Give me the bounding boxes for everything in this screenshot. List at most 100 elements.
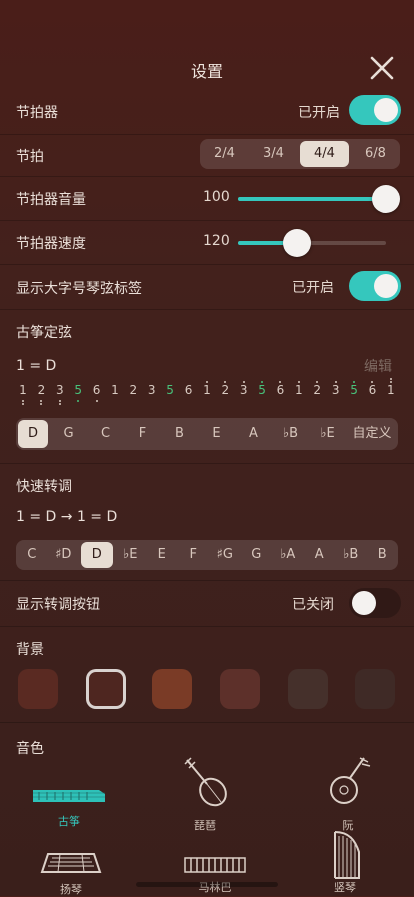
beat-option-4-4[interactable]: 4/4 <box>300 141 349 167</box>
tuning-note: 1 <box>111 383 119 397</box>
close-icon <box>370 56 394 80</box>
tuning-note: 6 <box>368 381 377 397</box>
background-section: 背景 <box>0 626 414 723</box>
tuning-note: 6 <box>276 381 285 397</box>
tuning-note: 2 <box>34 383 48 405</box>
close-button[interactable] <box>364 50 400 86</box>
beat-row: 节拍 2/4 3/4 4/4 6/8 <box>0 134 414 177</box>
volume-slider[interactable] <box>238 185 400 213</box>
tuning-key-b[interactable]: B <box>161 418 198 450</box>
tuning-key-flat-b[interactable]: ♭B <box>272 418 309 450</box>
instrument-harp[interactable]: 竖琴 <box>320 828 370 895</box>
tuning-key-f[interactable]: F <box>124 418 161 450</box>
tuning-note: 1 <box>16 383 30 405</box>
transpose-key-flat-b[interactable]: ♭B <box>335 540 367 570</box>
tuning-note: 5 <box>350 381 358 397</box>
tuning-key-a[interactable]: A <box>235 418 272 450</box>
tuning-note: 2 <box>129 383 138 397</box>
instrument-pipa-label: 琵琶 <box>194 819 216 832</box>
background-swatch-2[interactable] <box>86 669 126 709</box>
tuning-key-flat-e[interactable]: ♭E <box>309 418 346 450</box>
transpose-key-g[interactable]: G <box>241 540 273 570</box>
instrument-pipa[interactable]: 琵琶 <box>170 754 240 833</box>
beat-option-3-4[interactable]: 3/4 <box>249 139 298 169</box>
tuning-note: 3 <box>53 383 67 405</box>
transpose-key-sharp-d[interactable]: ♯D <box>48 540 80 570</box>
large-labels-toggle[interactable] <box>349 271 401 301</box>
tuning-key-e[interactable]: E <box>198 418 235 450</box>
transpose-button-status: 已关闭 <box>292 597 334 613</box>
instrument-harp-label: 竖琴 <box>334 881 356 894</box>
speed-slider-thumb[interactable] <box>283 229 311 257</box>
tuning-key: 1 = D <box>16 358 57 374</box>
tuning-key-selector[interactable]: D G C F B E A ♭B ♭E 自定义 <box>16 418 398 450</box>
tuning-note: 5 <box>71 383 85 402</box>
tuning-note: 5 <box>166 383 174 397</box>
volume-slider-thumb[interactable] <box>372 185 400 213</box>
transpose-key-f[interactable]: F <box>178 540 210 570</box>
large-labels-status: 已开启 <box>292 280 334 296</box>
tuning-note: 6 <box>184 383 193 397</box>
tuning-note: 5 <box>258 381 266 397</box>
metronome-status: 已开启 <box>298 105 340 121</box>
transpose-key-c[interactable]: C <box>16 540 48 570</box>
yangqin-icon <box>40 853 102 873</box>
background-swatch-5[interactable] <box>288 669 328 709</box>
tuning-note: 1 <box>295 381 303 397</box>
transpose-key-selector[interactable]: C ♯D D ♭E E F ♯G G ♭A A ♭B B <box>16 540 398 570</box>
ruan-icon <box>330 757 371 804</box>
transpose-button-row: 显示转调按钮 已关闭 <box>0 580 414 627</box>
background-swatch-6[interactable] <box>355 669 395 709</box>
tuning-key-g[interactable]: G <box>50 418 87 450</box>
speed-value: 120 <box>203 233 230 249</box>
tuning-key-custom[interactable]: 自定义 <box>346 418 398 450</box>
speed-slider[interactable] <box>238 229 386 257</box>
tuning-note: 1 <box>384 378 398 397</box>
beat-option-6-8[interactable]: 6/8 <box>351 139 400 169</box>
transpose-button-label: 显示转调按钮 <box>16 597 100 613</box>
background-swatch-1[interactable] <box>18 669 58 709</box>
tuning-note: 1 <box>203 381 211 397</box>
instrument-yangqin-label: 扬琴 <box>60 883 82 896</box>
metronome-toggle[interactable] <box>349 95 401 125</box>
background-title: 背景 <box>16 642 44 658</box>
transpose-key-d[interactable]: D <box>81 542 113 568</box>
tuning-notes: 123561235612356123561 <box>16 378 398 405</box>
metronome-label: 节拍器 <box>16 105 58 121</box>
instrument-ruan[interactable]: 阮 <box>318 754 378 833</box>
tuning-note: 2 <box>313 381 322 397</box>
large-labels-label: 显示大字号琴弦标签 <box>16 281 142 297</box>
volume-label: 节拍器音量 <box>16 192 86 208</box>
background-swatch-3[interactable] <box>152 669 192 709</box>
instrument-guzheng[interactable]: 古筝 <box>28 784 110 829</box>
tuning-key-c[interactable]: C <box>87 418 124 450</box>
pipa-icon <box>184 757 227 807</box>
tuning-note: 6 <box>90 383 104 402</box>
tuning-note: 2 <box>221 381 230 397</box>
transpose-key-flat-e[interactable]: ♭E <box>115 540 147 570</box>
beat-segmented-control[interactable]: 2/4 3/4 4/4 6/8 <box>200 139 400 169</box>
transpose-key-e[interactable]: E <box>146 540 178 570</box>
speed-label: 节拍器速度 <box>16 236 86 252</box>
tuning-edit-button[interactable]: 编辑 <box>364 356 392 376</box>
transpose-key-flat-a[interactable]: ♭A <box>272 540 304 570</box>
harp-icon <box>334 831 360 879</box>
guzheng-icon <box>33 790 105 802</box>
beat-option-2-4[interactable]: 2/4 <box>200 139 249 169</box>
instrument-yangqin[interactable]: 扬琴 <box>36 850 106 897</box>
transpose-key-a[interactable]: A <box>304 540 336 570</box>
background-swatch-4[interactable] <box>220 669 260 709</box>
tuning-key-d[interactable]: D <box>18 420 48 448</box>
page-title: 设置 <box>190 62 223 81</box>
metronome-row: 节拍器 已开启 <box>0 90 414 135</box>
transpose-title: 快速转调 <box>16 479 72 495</box>
transpose-key-sharp-g[interactable]: ♯G <box>209 540 241 570</box>
home-indicator <box>136 882 278 887</box>
transpose-formula: 1 = D → 1 = D <box>16 509 118 525</box>
transpose-button-toggle[interactable] <box>349 588 401 618</box>
settings-header: 设置 <box>0 44 414 90</box>
tuning-note: 3 <box>331 381 340 397</box>
tuning-note: 3 <box>239 381 248 397</box>
transpose-key-b[interactable]: B <box>367 540 399 570</box>
instrument-marimba[interactable]: 马林巴 <box>180 854 250 895</box>
